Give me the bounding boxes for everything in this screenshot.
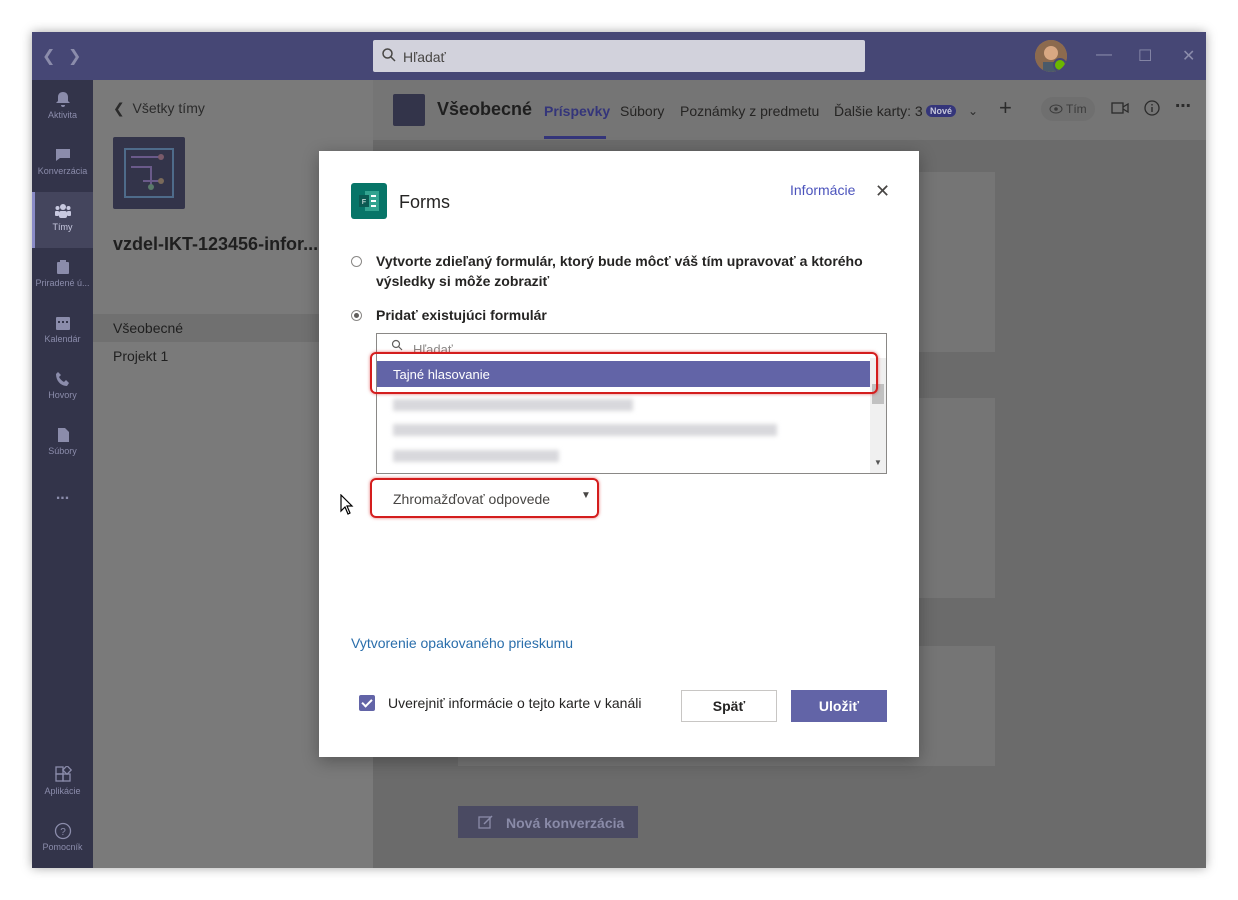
dialog-title: Forms <box>399 192 450 212</box>
recurring-survey-link[interactable]: Vytvorenie opakovaného prieskumu <box>351 635 573 651</box>
close-window-icon[interactable]: ✕ <box>1182 46 1195 66</box>
tab-files[interactable]: Súbory <box>620 103 664 119</box>
rail-item-apps[interactable]: Aplikácie <box>32 756 93 812</box>
help-icon: ? <box>54 822 71 840</box>
chat-icon <box>55 149 70 161</box>
bell-icon <box>55 92 70 107</box>
maximize-icon[interactable]: ☐ <box>1138 46 1152 66</box>
team-visibility-button[interactable]: Tím <box>1041 97 1095 121</box>
option-existing-form-label: Pridať existujúci formulár <box>376 307 547 323</box>
search-icon <box>391 339 403 351</box>
forms-dialog: F Forms Informácie ✕ Vytvorte zdieľaný f… <box>319 151 919 757</box>
new-badge: Nové <box>926 105 957 117</box>
forms-logo-icon: F <box>359 191 379 211</box>
chevron-left-icon: ❮ <box>113 100 133 116</box>
rail-item-files[interactable]: Súbory <box>32 416 93 472</box>
app-rail: Aktivita Konverzácia Tímy Priradené ú...… <box>32 80 93 868</box>
highlight-selected-form <box>370 352 878 394</box>
teams-icon <box>54 204 71 218</box>
tab-posts[interactable]: Príspevky <box>544 103 610 119</box>
rail-item-calls[interactable]: Hovory <box>32 360 93 416</box>
team-name: vzdel-IKT-123456-infor... <box>113 234 319 254</box>
more-options-icon[interactable]: ⋯ <box>1175 96 1191 116</box>
rail-item-calendar[interactable]: Kalendár <box>32 304 93 360</box>
info-link[interactable]: Informácie <box>790 182 855 198</box>
rail-item-teams[interactable]: Tímy <box>32 192 93 248</box>
chevron-down-icon[interactable]: ⌄ <box>968 104 978 118</box>
back-button[interactable]: Späť <box>681 690 777 722</box>
circuit-logo-icon <box>124 148 174 198</box>
apps-icon <box>54 766 72 782</box>
highlight-dropdown <box>370 478 599 518</box>
avatar[interactable] <box>1035 40 1067 72</box>
compose-icon <box>478 815 493 829</box>
channel-title: Všeobecné <box>437 99 533 119</box>
all-teams-link[interactable]: ❮ Všetky tímy <box>113 100 205 117</box>
blurred-list-item[interactable] <box>393 450 559 462</box>
rail-item-assignments[interactable]: Priradené ú... <box>32 248 93 304</box>
rail-item-chat[interactable]: Konverzácia <box>32 136 93 192</box>
info-icon[interactable] <box>1144 100 1160 116</box>
tab-class-notes[interactable]: Poznámky z predmetu <box>680 103 819 119</box>
back-arrow-icon[interactable]: ❮ <box>42 46 55 66</box>
new-conversation-button[interactable]: Nová konverzácia <box>458 806 638 838</box>
publish-label: Uverejniť informácie o tejto karte v kan… <box>388 695 642 711</box>
assignments-icon <box>56 260 69 274</box>
add-tab-icon[interactable]: + <box>999 95 1012 121</box>
search-placeholder: Hľadať <box>403 49 446 65</box>
save-button[interactable]: Uložiť <box>791 690 887 722</box>
publish-checkbox[interactable] <box>359 695 375 711</box>
minimize-icon[interactable]: — <box>1096 46 1112 64</box>
close-icon[interactable]: ✕ <box>875 181 890 202</box>
blurred-list-item[interactable] <box>393 424 777 436</box>
global-search-input[interactable]: Hľadať <box>373 40 865 72</box>
calendar-icon <box>55 317 70 330</box>
channel-logo-icon <box>393 94 425 126</box>
svg-text:?: ? <box>60 827 66 838</box>
presence-status-icon <box>1053 58 1067 72</box>
search-icon <box>382 48 396 62</box>
rail-item-help[interactable]: ? Pomocník <box>32 812 93 868</box>
active-tab-indicator <box>544 136 606 139</box>
blurred-list-item[interactable] <box>393 399 633 411</box>
radio-create-form[interactable] <box>351 256 362 267</box>
title-bar: ❮ ❯ Hľadať — ☐ ✕ <box>32 32 1206 80</box>
tab-more-tabs[interactable]: Ďalšie karty: 3 <box>834 103 923 119</box>
forward-arrow-icon[interactable]: ❯ <box>68 46 81 66</box>
option-create-form-label: Vytvorte zdieľaný formulár, ktorý bude m… <box>376 253 863 289</box>
more-icon: ... <box>55 486 70 503</box>
svg-text:F: F <box>362 199 366 206</box>
eye-icon <box>1049 104 1063 114</box>
video-meet-icon[interactable] <box>1111 100 1129 116</box>
team-logo <box>113 137 185 209</box>
radio-existing-form[interactable] <box>351 310 362 321</box>
mouse-cursor-icon <box>340 494 354 515</box>
phone-icon <box>55 372 69 386</box>
rail-item-more[interactable]: ... <box>32 472 93 528</box>
rail-item-activity[interactable]: Aktivita <box>32 80 93 136</box>
channel-header: Všeobecné Príspevky Súbory Poznámky z pr… <box>373 80 1206 140</box>
file-icon <box>57 428 69 442</box>
forms-app-icon: F <box>351 183 387 219</box>
scroll-down-icon[interactable]: ▼ <box>874 458 882 467</box>
